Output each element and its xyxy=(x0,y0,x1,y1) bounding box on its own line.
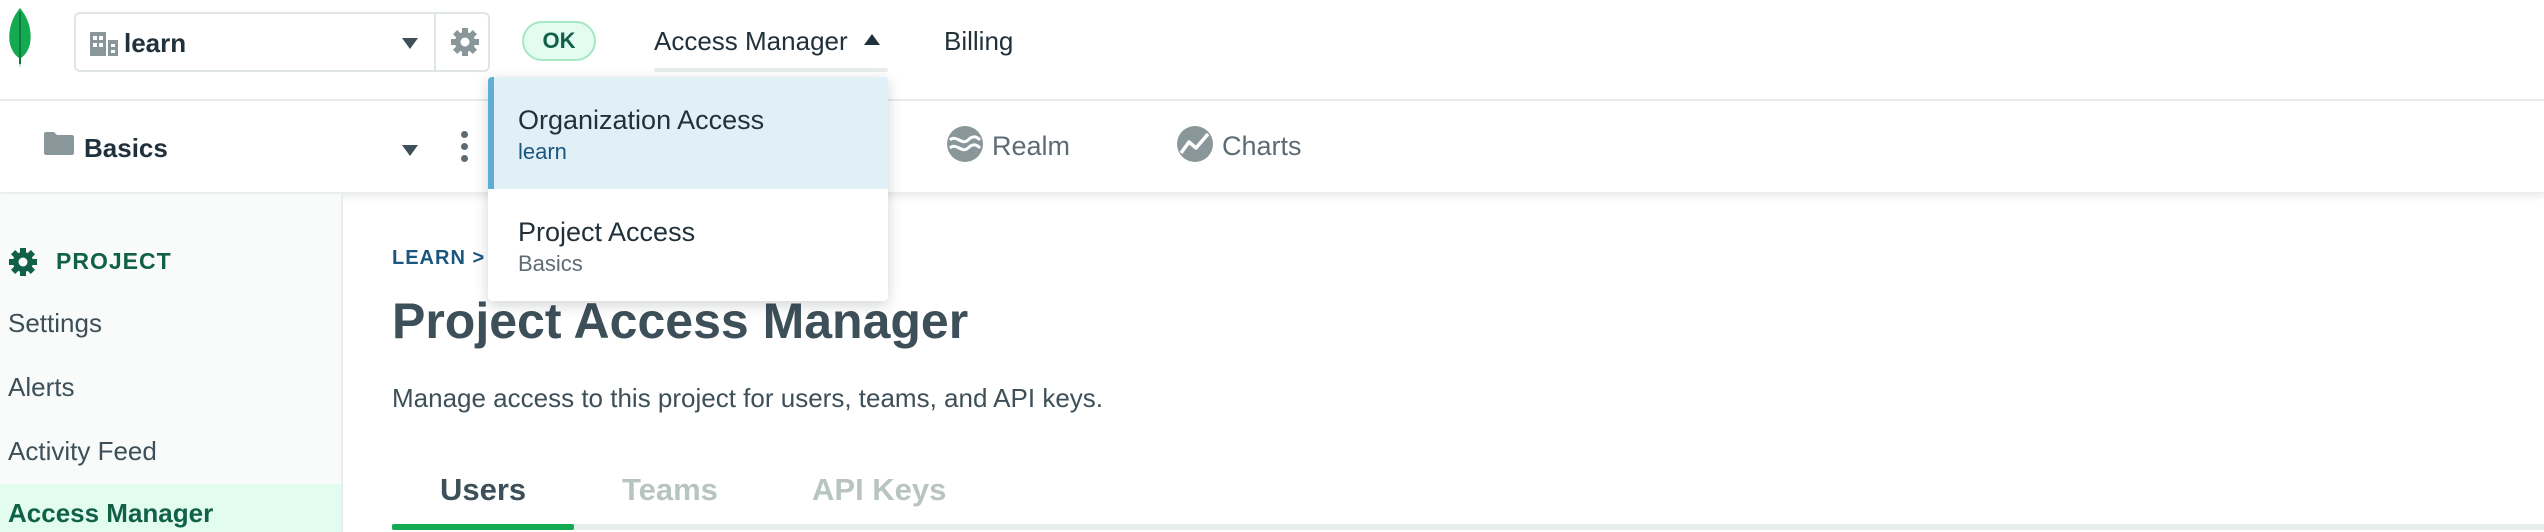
top-navigation-bar: learn OK Access Manager Billing xyxy=(0,0,2544,101)
sidebar-item-activity-feed[interactable]: Activity Feed xyxy=(0,422,341,480)
access-tabs: Users Teams API Keys xyxy=(392,466,2544,532)
tab-active-underline xyxy=(392,524,574,530)
menu-item-project-access[interactable]: Project Access Basics xyxy=(488,189,888,301)
page-subtitle: Manage access to this project for users,… xyxy=(392,383,1104,413)
folder-icon xyxy=(44,132,74,155)
nav-active-underline xyxy=(654,68,888,72)
more-vertical-icon[interactable] xyxy=(452,129,476,165)
chevron-down-icon[interactable] xyxy=(402,38,418,49)
project-name[interactable]: Basics xyxy=(84,133,168,164)
status-badge: OK xyxy=(522,21,596,61)
organization-settings-button[interactable] xyxy=(434,14,490,70)
menu-item-sublabel: learn xyxy=(518,139,567,164)
sidebar-item-alerts[interactable]: Alerts xyxy=(0,358,341,416)
sidebar-section-title: PROJECT xyxy=(56,248,172,274)
tab-realm-label: Realm xyxy=(992,131,1071,161)
menu-item-label: Organization Access xyxy=(518,105,765,135)
sidebar-item-settings[interactable]: Settings xyxy=(0,294,341,352)
charts-icon xyxy=(1177,126,1213,162)
access-manager-menu: Organization Access learn Project Access… xyxy=(488,77,888,301)
sidebar-item-access-manager[interactable]: Access Manager xyxy=(0,484,341,532)
menu-item-sublabel: Basics xyxy=(518,251,583,276)
chevron-down-icon[interactable] xyxy=(402,145,418,156)
nav-access-manager[interactable]: Access Manager xyxy=(654,26,848,57)
tab-charts-label: Charts xyxy=(1222,131,1302,161)
organization-name: learn xyxy=(124,28,187,58)
tab-teams[interactable]: Teams xyxy=(622,472,718,508)
realm-icon xyxy=(947,126,983,162)
menu-item-organization-access[interactable]: Organization Access learn xyxy=(488,77,888,189)
organization-selector[interactable]: learn xyxy=(74,12,490,72)
gear-icon xyxy=(451,28,479,56)
chevron-up-icon[interactable] xyxy=(864,34,880,45)
menu-item-label: Project Access xyxy=(518,217,696,247)
project-sidebar: PROJECT Settings Alerts Activity Feed Ac… xyxy=(0,194,343,532)
tab-users[interactable]: Users xyxy=(440,472,526,508)
tab-api-keys[interactable]: API Keys xyxy=(812,472,946,508)
nav-billing[interactable]: Billing xyxy=(944,26,1013,57)
project-bar: Basics Realm Charts xyxy=(0,101,2544,193)
gear-icon xyxy=(9,248,37,276)
app-root: learn OK Access Manager Billing Basics R… xyxy=(0,0,2544,532)
building-icon xyxy=(90,32,118,56)
leaf-icon[interactable] xyxy=(6,6,34,70)
active-indicator xyxy=(488,77,494,189)
tab-rail xyxy=(392,524,2544,530)
